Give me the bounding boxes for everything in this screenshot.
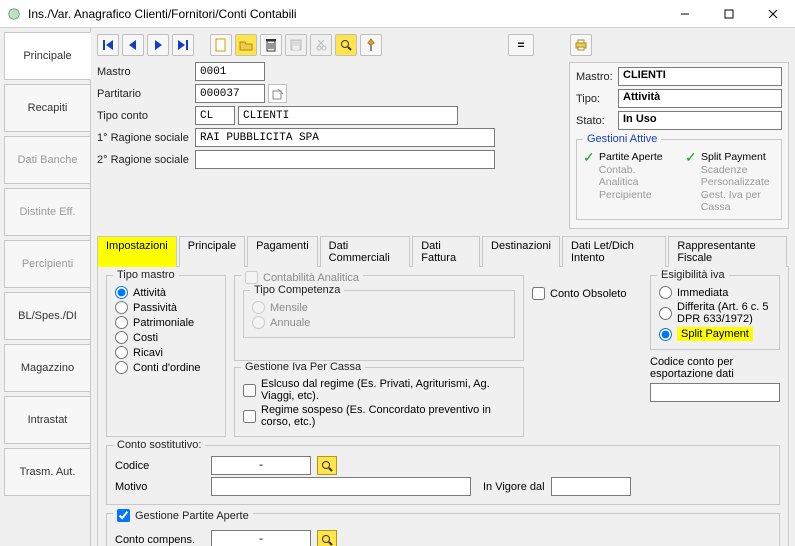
codice-lookup-button[interactable]	[317, 456, 337, 475]
sidetab-magazzino[interactable]: Magazzino	[4, 344, 90, 392]
window-title: Ins./Var. Anagrafico Clienti/Fornitori/C…	[28, 7, 663, 21]
sidetab-dati-banche[interactable]: Dati Banche	[4, 136, 90, 184]
tab-impostazioni[interactable]: Impostazioni	[97, 236, 177, 267]
mastro-label: Mastro	[97, 66, 195, 78]
tipomastro-conti-ordine[interactable]: Conti d'ordine	[115, 361, 217, 374]
motivo-input[interactable]	[211, 477, 471, 496]
gest-scadenze: ✓Scadenze Personalizzate	[685, 164, 775, 188]
sidetab-percipienti[interactable]: Percipienti	[4, 240, 90, 288]
ivacassa-escluso[interactable]: Eslcuso dal regime (Es. Privati, Agritur…	[243, 378, 515, 402]
equals-button[interactable]: =	[508, 34, 534, 56]
esig-immediata[interactable]: Immediata	[659, 286, 771, 299]
sum-tipo-label: Tipo:	[576, 93, 618, 105]
tab-dati-fattura[interactable]: Dati Fattura	[412, 236, 480, 267]
open-button[interactable]	[235, 34, 257, 56]
partitario-label: Partitario	[97, 88, 195, 100]
partitario-input[interactable]	[195, 84, 265, 103]
nav-next-button[interactable]	[147, 34, 169, 56]
tab-pagamenti[interactable]: Pagamenti	[247, 236, 318, 267]
tipomastro-patrimoniale[interactable]: Patrimoniale	[115, 316, 217, 329]
esig-differita[interactable]: Differita (Art. 6 c. 5 DPR 633/1972)	[659, 301, 771, 325]
maximize-button[interactable]	[707, 0, 751, 27]
tipocomp-annuale: Annuale	[252, 316, 506, 329]
tipomastro-title: Tipo mastro	[113, 269, 179, 281]
ivacassa-sospeso[interactable]: Regime sospeso (Es. Concordato preventiv…	[243, 404, 515, 428]
sost-title: Conto sostitutivo:	[113, 439, 205, 451]
toolbar: =	[97, 32, 789, 62]
sum-mastro-label: Mastro:	[576, 71, 618, 83]
vigore-label: In Vigore dal	[483, 481, 545, 493]
compens-lookup-button[interactable]	[317, 530, 337, 546]
app-icon	[6, 6, 22, 22]
sidetab-trasm-aut[interactable]: Trasm. Aut.	[4, 448, 90, 496]
tipoconto-code-input[interactable]	[195, 106, 235, 125]
save-button[interactable]	[285, 34, 307, 56]
codice-input[interactable]	[211, 456, 311, 475]
subtabs: Impostazioni Principale Pagamenti Dati C…	[97, 235, 789, 267]
rag1-input[interactable]	[195, 128, 495, 147]
sum-tipo-value: Attività	[618, 89, 782, 108]
tab-destinazioni[interactable]: Destinazioni	[482, 236, 560, 267]
esig-title: Esigibilità iva	[657, 269, 729, 281]
sidetab-principale[interactable]: Principale	[4, 32, 91, 80]
tipoconto-label: Tipo conto	[97, 110, 195, 122]
cut-button[interactable]	[310, 34, 332, 56]
side-tabs: Principale Recapiti Dati Banche Distinte…	[0, 28, 91, 546]
gestioni-attive-title: Gestioni Attive	[583, 133, 661, 145]
tipoconto-desc-input[interactable]	[238, 106, 458, 125]
contab-analitica-check: Contabilità Analitica	[245, 271, 359, 284]
delete-button[interactable]	[260, 34, 282, 56]
gest-contab-analitica: ✓Contab. Analitica	[583, 164, 673, 188]
gest-partite-aperte: ✓Partite Aperte	[583, 151, 673, 163]
sidetab-recapiti[interactable]: Recapiti	[4, 84, 90, 132]
rag2-label: 2° Ragione sociale	[97, 154, 195, 166]
tab-principale[interactable]: Principale	[179, 236, 245, 267]
tab-rappresentante-fiscale[interactable]: Rappresentante Fiscale	[668, 236, 787, 267]
tab-dati-commerciali[interactable]: Dati Commerciali	[320, 236, 411, 267]
gest-split-payment: ✓Split Payment	[685, 151, 775, 163]
tool-button[interactable]	[360, 34, 382, 56]
vigore-input[interactable]	[551, 477, 631, 496]
nav-first-button[interactable]	[97, 34, 119, 56]
esig-split-payment[interactable]: Split Payment	[659, 327, 771, 341]
nav-prev-button[interactable]	[122, 34, 144, 56]
codice-label: Codice	[115, 460, 205, 472]
close-button[interactable]	[751, 0, 795, 27]
tipomastro-ricavi[interactable]: Ricavi	[115, 346, 217, 359]
gest-iva-cassa: ✓Gest. Iva per Cassa	[685, 189, 775, 213]
sum-mastro-value: CLIENTI	[618, 67, 782, 86]
sidetab-intrastat[interactable]: Intrastat	[4, 396, 90, 444]
mastro-input[interactable]	[195, 62, 265, 81]
partitario-lookup-button[interactable]	[268, 84, 287, 103]
tipomastro-attivita[interactable]: Attività	[115, 286, 217, 299]
tipocomp-mensile: Mensile	[252, 301, 506, 314]
conto-obsoleto-check[interactable]: Conto Obsoleto	[532, 287, 642, 300]
sidetab-distinte-eff[interactable]: Distinte Eff.	[4, 188, 90, 236]
check-icon: ✓	[583, 152, 595, 162]
tipomastro-passivita[interactable]: Passività	[115, 301, 217, 314]
summary-panel: Mastro:CLIENTI Tipo:Attività Stato:In Us…	[569, 62, 789, 229]
tipomastro-costi[interactable]: Costi	[115, 331, 217, 344]
ivacassa-title: Gestione Iva Per Cassa	[241, 361, 365, 373]
export-label: Codice conto per esportazione dati	[650, 356, 780, 380]
check-icon: ✓	[685, 152, 697, 162]
motivo-label: Motivo	[115, 481, 205, 493]
tipocomp-title: Tipo Competenza	[250, 284, 344, 296]
gpart-check[interactable]: Gestione Partite Aperte	[117, 509, 249, 522]
sidetab-bl-spes-di[interactable]: BL/Spes./DI	[4, 292, 90, 340]
minimize-button[interactable]	[663, 0, 707, 27]
rag1-label: 1° Ragione sociale	[97, 132, 195, 144]
export-code-input[interactable]	[650, 383, 780, 402]
compens-label: Conto compens.	[115, 534, 205, 546]
sum-stato-label: Stato:	[576, 115, 618, 127]
gest-percipiente: ✓Percipiente	[583, 189, 673, 201]
print-button[interactable]	[570, 34, 592, 56]
sum-stato-value: In Uso	[618, 111, 782, 130]
search-button[interactable]	[335, 34, 357, 56]
tab-let-dich-intento[interactable]: Dati Let/Dich Intento	[562, 236, 666, 267]
rag2-input[interactable]	[195, 150, 495, 169]
compens-input[interactable]	[211, 530, 311, 546]
nav-last-button[interactable]	[172, 34, 194, 56]
new-button[interactable]	[210, 34, 232, 56]
